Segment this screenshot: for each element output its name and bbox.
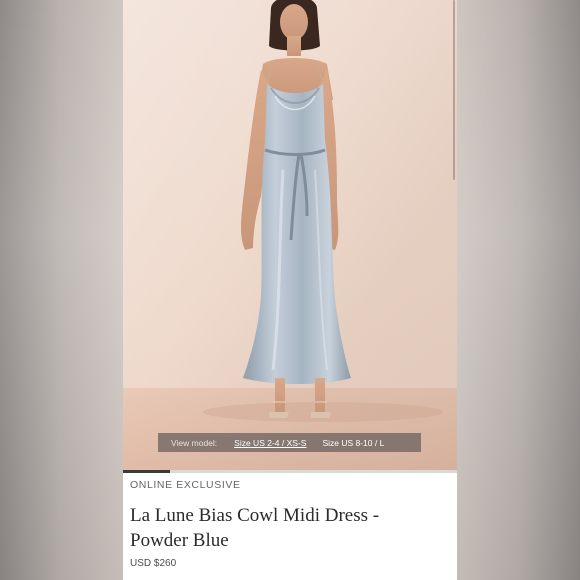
gallery-progress-fill	[123, 470, 170, 473]
product-title: La Lune Bias Cowl Midi Dress - Powder Bl…	[130, 505, 380, 551]
size-option-xs-s[interactable]: Size US 2-4 / XS-S	[234, 438, 306, 448]
gallery-progress-bar	[123, 470, 457, 473]
view-model-bar: View model: Size US 2-4 / XS-S Size US 8…	[158, 433, 421, 452]
product-price: USD $260	[130, 558, 177, 569]
scroll-indicator[interactable]	[453, 0, 455, 180]
product-photo-model-in-dress	[203, 0, 443, 422]
product-image-gallery[interactable]: View model: Size US 2-4 / XS-S Size US 8…	[123, 0, 457, 470]
view-model-label: View model:	[171, 437, 218, 448]
product-category: ONLINE EXCLUSIVE	[130, 479, 241, 491]
size-option-l[interactable]: Size US 8-10 / L	[322, 438, 384, 448]
product-page: View model: Size US 2-4 / XS-S Size US 8…	[123, 0, 457, 580]
